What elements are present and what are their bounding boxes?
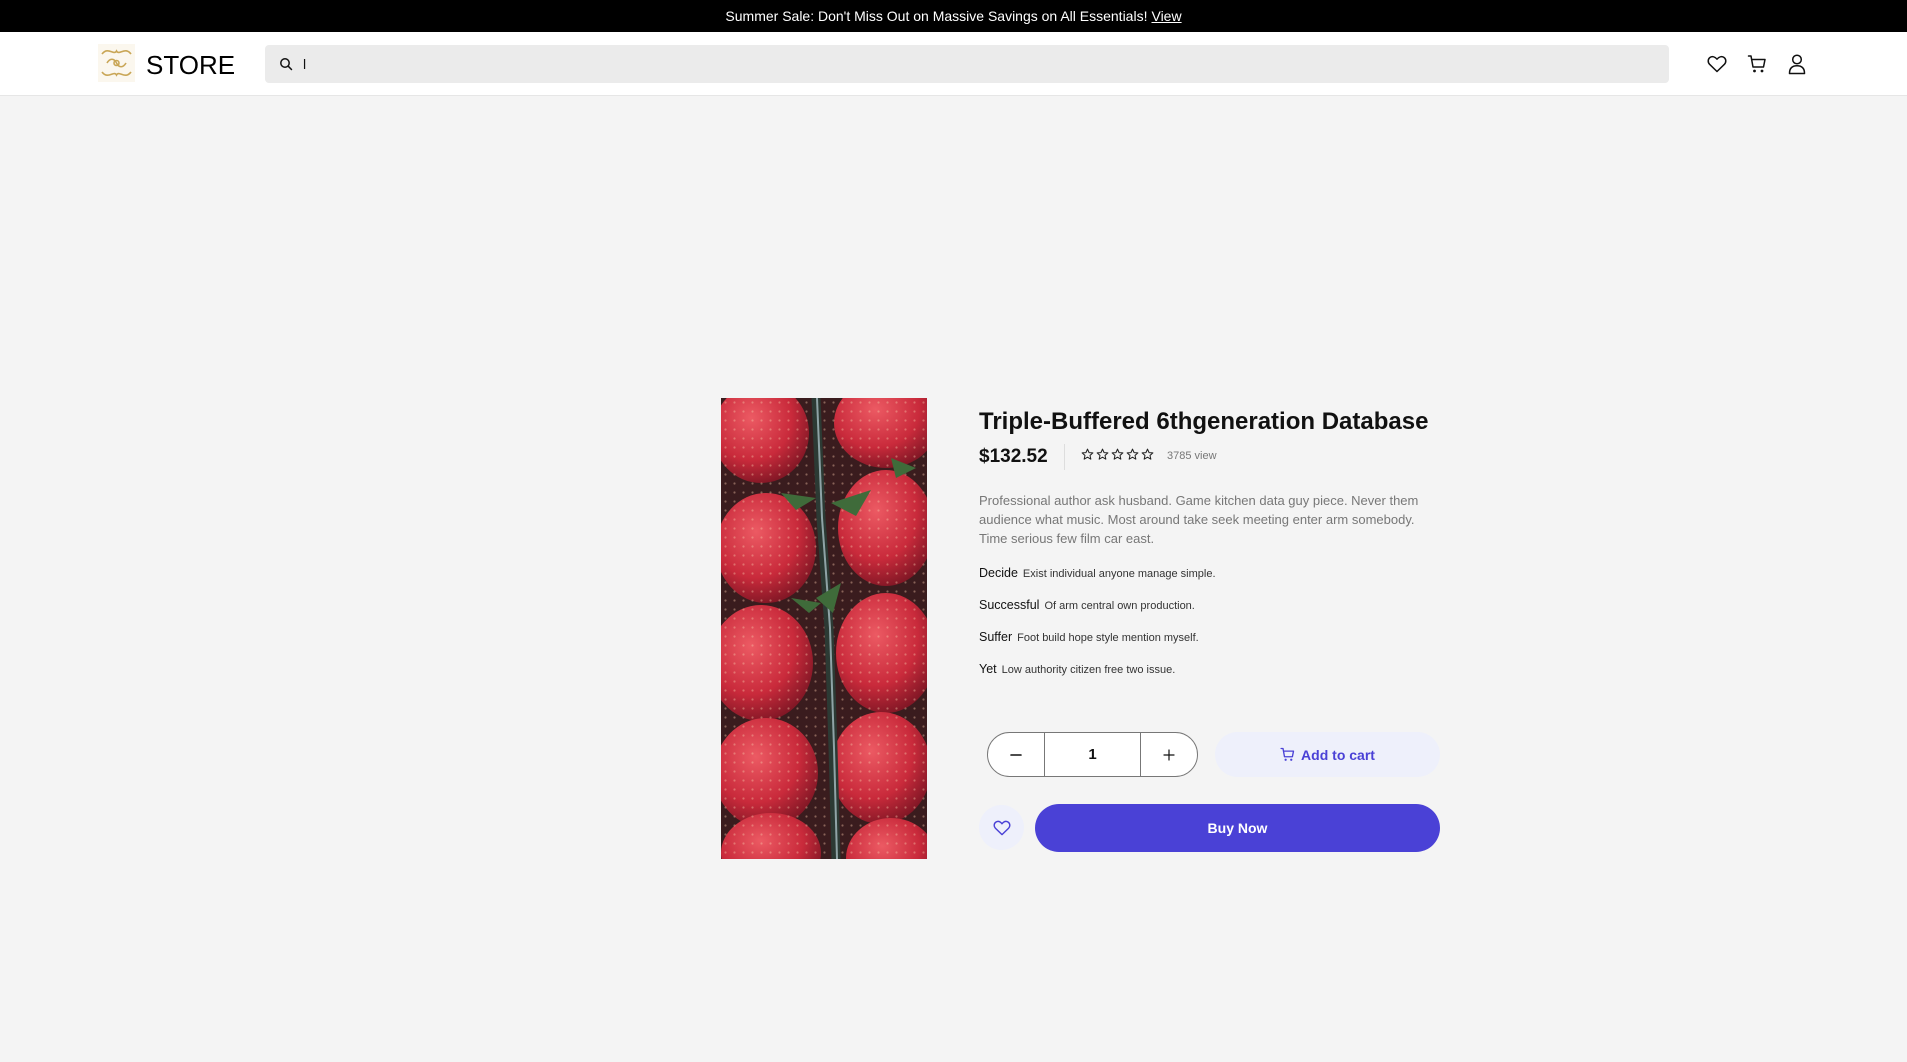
wishlist-heart-icon[interactable] — [1706, 53, 1728, 75]
heart-icon — [993, 820, 1010, 835]
rating-stars — [1081, 448, 1154, 461]
star-icon — [1096, 448, 1109, 460]
star-icon — [1141, 448, 1154, 460]
feature-label: Successful — [979, 598, 1040, 612]
feature-label: Yet — [979, 662, 997, 676]
star-icon — [1111, 448, 1124, 460]
add-to-cart-label: Add to cart — [1301, 746, 1375, 763]
star-icon — [1081, 448, 1094, 460]
site-header: STORE — [0, 32, 1907, 96]
plus-icon — [1163, 748, 1175, 761]
quantity-stepper: 1 — [987, 732, 1198, 777]
product-price: $132.52 — [979, 446, 1048, 467]
promo-view-link[interactable]: View — [1151, 8, 1181, 24]
feature-row: Suffer Foot build hope style mention myse… — [979, 630, 1199, 644]
feature-value: Exist individual anyone manage simple. — [1022, 568, 1216, 580]
view-count: 3785 view — [1167, 450, 1217, 462]
promo-banner: Summer Sale: Don't Miss Out on Massive S… — [0, 0, 1907, 32]
star-icon — [1126, 448, 1139, 460]
add-to-wishlist-button[interactable] — [979, 805, 1024, 850]
feature-value: Low authority citizen free two issue. — [1001, 664, 1176, 676]
feature-row: Decide Exist individual anyone manage sim… — [979, 566, 1216, 580]
minus-icon — [1010, 753, 1023, 756]
quantity-value[interactable]: 1 — [1044, 733, 1141, 776]
brand-name[interactable]: STORE — [146, 50, 235, 81]
feature-value: Of arm central own production. — [1044, 600, 1195, 612]
product-title: Triple-Buffered 6thgeneration Database — [979, 408, 1429, 435]
product-image[interactable] — [721, 398, 927, 859]
feature-row: Successful Of arm central own production. — [979, 598, 1195, 612]
search-bar[interactable] — [265, 45, 1669, 83]
feature-label: Suffer — [979, 630, 1013, 644]
quantity-decrease-button[interactable] — [988, 733, 1044, 776]
user-account-icon[interactable] — [1786, 53, 1808, 75]
feature-label: Decide — [979, 566, 1018, 580]
price-divider — [1064, 444, 1065, 470]
search-input[interactable] — [303, 56, 1603, 72]
add-to-cart-button[interactable]: Add to cart — [1215, 732, 1440, 777]
promo-text: Summer Sale: Don't Miss Out on Massive S… — [725, 8, 1148, 24]
cart-icon[interactable] — [1746, 53, 1768, 75]
store-logo-icon[interactable] — [98, 44, 135, 82]
quantity-increase-button[interactable] — [1141, 733, 1197, 776]
cart-icon — [1280, 747, 1295, 761]
search-icon — [280, 58, 293, 71]
feature-row: Yet Low authority citizen free two issue. — [979, 662, 1175, 676]
product-description: Professional author ask husband. Game ki… — [979, 493, 1419, 546]
feature-value: Foot build hope style mention myself. — [1017, 632, 1199, 644]
buy-now-button[interactable]: Buy Now — [1035, 804, 1440, 852]
